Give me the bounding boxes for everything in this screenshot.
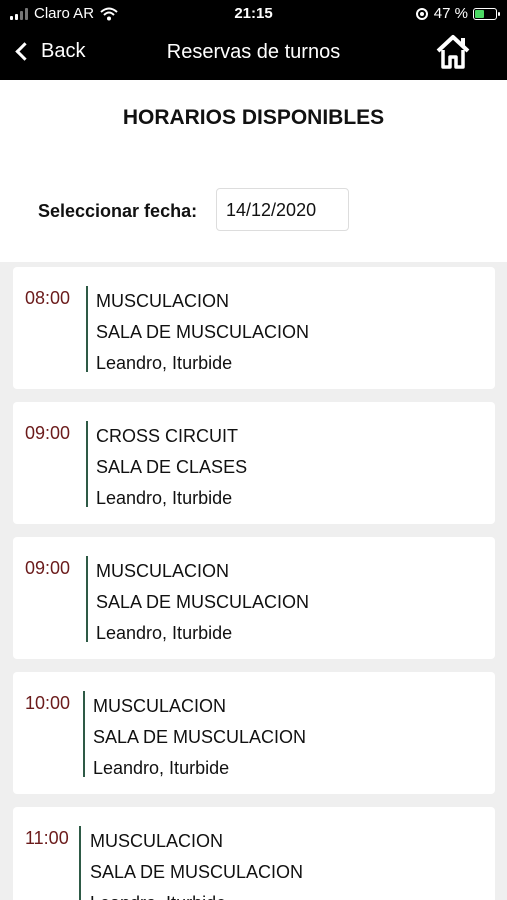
slot-room: SALA DE MUSCULACION bbox=[90, 862, 304, 882]
slot-card[interactable]: 09:00 MUSCULACION SALA DE MUSCULACION Le… bbox=[13, 537, 495, 659]
orientation-lock-icon bbox=[415, 7, 428, 20]
slot-activity: MUSCULACION bbox=[96, 291, 230, 311]
battery-percent: 47 % bbox=[433, 5, 468, 22]
date-field[interactable]: 14/12/2020 bbox=[216, 188, 349, 231]
slot-info: MUSCULACION SALA DE MUSCULACION Leandro,… bbox=[96, 556, 309, 649]
section-heading: HORARIOS DISPONIBLES bbox=[122, 106, 385, 129]
slot-room: SALA DE MUSCULACION bbox=[96, 322, 310, 342]
slot-divider bbox=[83, 691, 85, 777]
slot-card[interactable]: 08:00 MUSCULACION SALA DE MUSCULACION Le… bbox=[13, 267, 495, 389]
slot-time: 10:00 bbox=[25, 693, 71, 713]
slot-time: 09:00 bbox=[25, 423, 71, 443]
status-right: 47 % bbox=[415, 5, 500, 22]
slot-instructor: Leandro, Iturbide bbox=[96, 623, 233, 643]
slot-info: MUSCULACION SALA DE MUSCULACION Leandro,… bbox=[96, 286, 309, 379]
slot-info: CROSS CIRCUIT SALA DE CLASES Leandro, It… bbox=[96, 421, 247, 514]
slot-divider bbox=[86, 286, 88, 372]
slot-room: SALA DE CLASES bbox=[96, 457, 248, 477]
slot-card[interactable]: 10:00 MUSCULACION SALA DE MUSCULACION Le… bbox=[13, 672, 495, 794]
slot-instructor: Leandro, Iturbide bbox=[90, 888, 303, 900]
slot-divider bbox=[86, 556, 88, 642]
slot-activity: MUSCULACION bbox=[93, 696, 227, 716]
slot-time: 09:00 bbox=[25, 558, 71, 578]
slot-instructor: Leandro, Iturbide bbox=[96, 488, 233, 508]
slot-time: 08:00 bbox=[25, 288, 71, 308]
slot-instructor: Leandro, Iturbide bbox=[96, 353, 233, 373]
slot-activity: MUSCULACION bbox=[96, 561, 230, 581]
slot-list[interactable]: 08:00 MUSCULACION SALA DE MUSCULACION Le… bbox=[0, 262, 507, 900]
slot-activity: MUSCULACION bbox=[90, 831, 224, 851]
slot-info: MUSCULACION SALA DE MUSCULACION Leandro,… bbox=[93, 691, 306, 784]
nav-bar: Back Reservas de turnos bbox=[0, 28, 507, 80]
slot-card[interactable]: 09:00 CROSS CIRCUIT SALA DE CLASES Leand… bbox=[13, 402, 495, 524]
slot-room: SALA DE MUSCULACION bbox=[93, 727, 307, 747]
main-content: HORARIOS DISPONIBLES Seleccionar fecha: … bbox=[0, 80, 507, 900]
home-button[interactable] bbox=[435, 34, 471, 70]
slot-activity: CROSS CIRCUIT bbox=[96, 426, 239, 446]
slot-info: MUSCULACION SALA DE MUSCULACION Leandro,… bbox=[90, 826, 303, 900]
page-title: Reservas de turnos bbox=[166, 41, 341, 63]
battery-icon bbox=[473, 7, 500, 20]
slot-room: SALA DE MUSCULACION bbox=[96, 592, 310, 612]
slot-divider bbox=[86, 421, 88, 507]
home-icon bbox=[436, 35, 470, 69]
slot-time: 11:00 bbox=[25, 828, 69, 848]
date-label: Seleccionar fecha: bbox=[38, 201, 198, 221]
slot-divider bbox=[79, 826, 81, 900]
slot-card[interactable]: 11:00 MUSCULACION SALA DE MUSCULACION Le… bbox=[13, 807, 495, 900]
slot-instructor: Leandro, Iturbide bbox=[93, 758, 230, 778]
status-bar: Claro AR 21:15 47 % bbox=[0, 0, 507, 28]
